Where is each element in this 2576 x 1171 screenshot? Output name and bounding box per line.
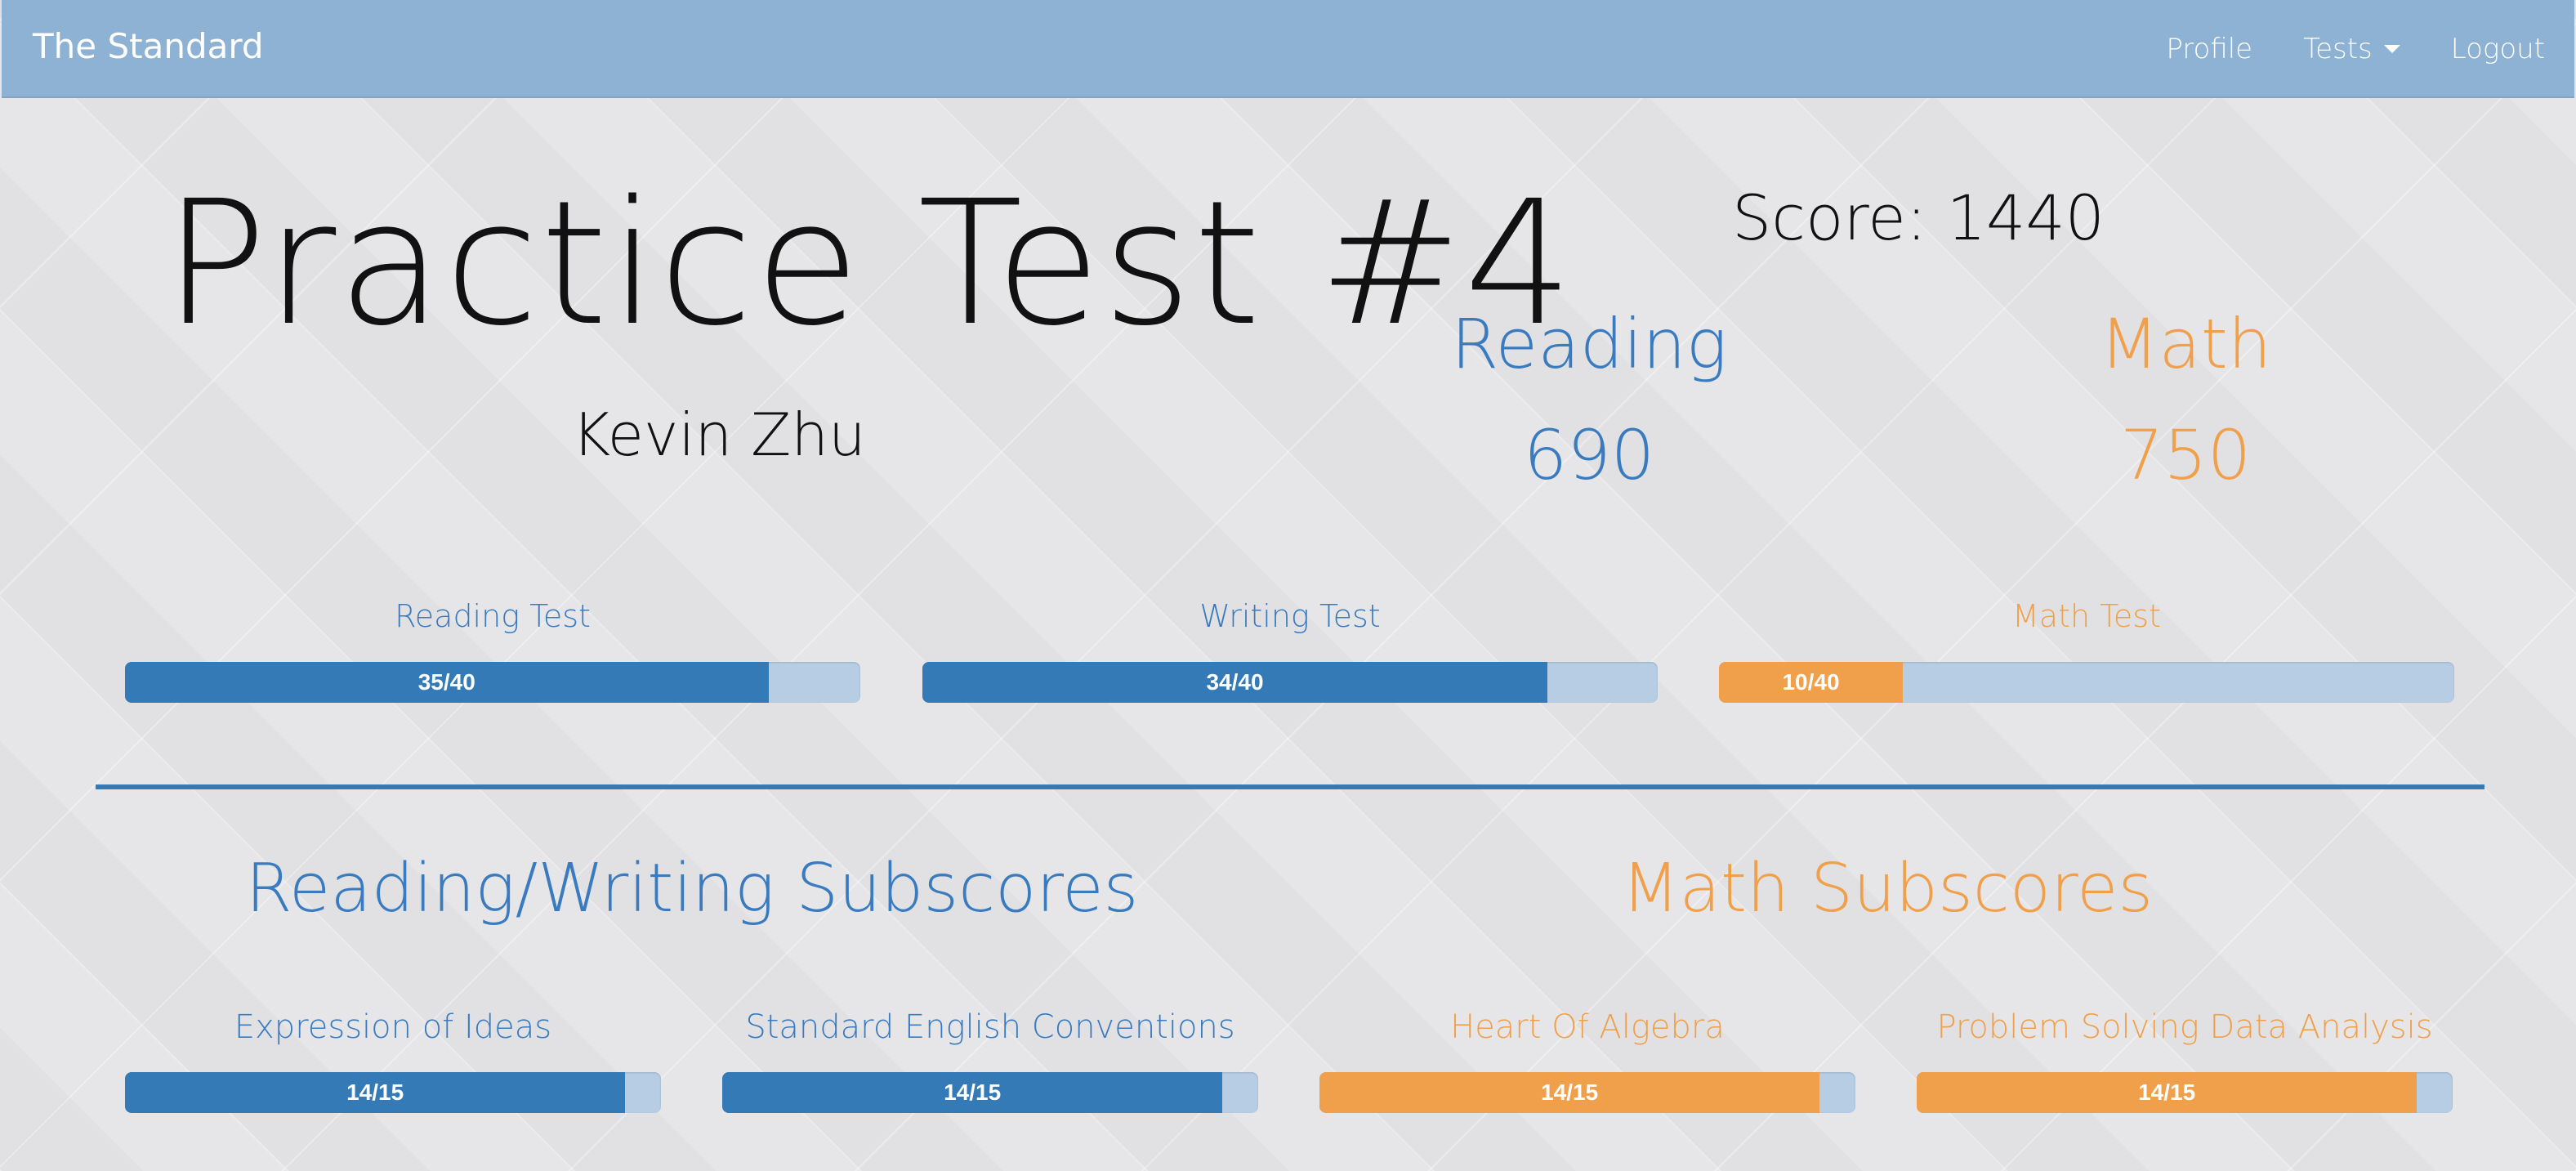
- subscore-label-heart-of-algebra: Heart Of Algebra: [1450, 1008, 1725, 1046]
- test-label-reading: Reading Test: [395, 598, 591, 634]
- nav-logout-link[interactable]: Logout: [2451, 33, 2545, 65]
- math-section-label: Math: [2099, 304, 2272, 384]
- test-title: Practice Test #4: [163, 163, 1575, 364]
- section-divider: [96, 784, 2484, 789]
- nav-links: Profile Tests Logout: [2166, 33, 2545, 65]
- subscore-progress-expression-of-ideas: 14/15: [125, 1072, 661, 1113]
- test-progress-math: 10/40: [1719, 662, 2454, 703]
- subscore-progress-problem-solving: 14/15: [1917, 1072, 2453, 1113]
- total-score: Score: 1440: [1732, 181, 2105, 254]
- subscore-progress-heart-of-algebra: 14/15: [1319, 1072, 1855, 1113]
- test-progress-fill-writing: 34/40: [922, 662, 1547, 703]
- subscore-text-problem-solving: 14/15: [2138, 1079, 2196, 1105]
- caret-down-icon: [2383, 45, 2400, 53]
- brand-link[interactable]: The Standard: [33, 26, 264, 66]
- math-section-score: 750: [2119, 415, 2252, 495]
- subscore-fill-standard-english: 14/15: [722, 1072, 1223, 1113]
- test-progress-fill-math: 10/40: [1719, 662, 1903, 703]
- test-progress-text-writing: 34/40: [1206, 669, 1264, 695]
- subscore-text-heart-of-algebra: 14/15: [1541, 1079, 1599, 1105]
- test-progress-text-reading: 35/40: [417, 669, 475, 695]
- reading-section-label: Reading: [1450, 304, 1728, 384]
- test-label-writing: Writing Test: [1199, 598, 1381, 634]
- subscore-text-standard-english: 14/15: [944, 1079, 1002, 1105]
- test-progress-reading: 35/40: [125, 662, 860, 703]
- nav-tests-label: Tests: [2303, 33, 2373, 65]
- subscore-label-standard-english: Standard English Conventions: [745, 1008, 1235, 1046]
- nav-profile-link[interactable]: Profile: [2166, 33, 2252, 65]
- reading-section-score: 690: [1523, 415, 1655, 495]
- subscore-fill-problem-solving: 14/15: [1917, 1072, 2418, 1113]
- rw-subscores-title: Reading/Writing Subscores: [245, 850, 1139, 927]
- nav-tests-dropdown[interactable]: Tests: [2303, 33, 2400, 65]
- test-progress-fill-reading: 35/40: [125, 662, 769, 703]
- test-label-math: Math Test: [2012, 598, 2161, 634]
- subscore-fill-expression-of-ideas: 14/15: [125, 1072, 626, 1113]
- subscore-label-expression-of-ideas: Expression of Ideas: [234, 1008, 552, 1046]
- test-progress-writing: 34/40: [922, 662, 1658, 703]
- subscore-text-expression-of-ideas: 14/15: [346, 1079, 404, 1105]
- student-name: Kevin Zhu: [572, 400, 866, 469]
- subscore-label-problem-solving: Problem Solving Data Analysis: [1936, 1008, 2433, 1046]
- subscore-progress-standard-english: 14/15: [722, 1072, 1258, 1113]
- math-subscores-title: Math Subscores: [1621, 850, 2154, 927]
- test-progress-text-math: 10/40: [1782, 669, 1840, 695]
- navbar: The Standard Profile Tests Logout: [2, 0, 2574, 98]
- subscore-fill-heart-of-algebra: 14/15: [1319, 1072, 1820, 1113]
